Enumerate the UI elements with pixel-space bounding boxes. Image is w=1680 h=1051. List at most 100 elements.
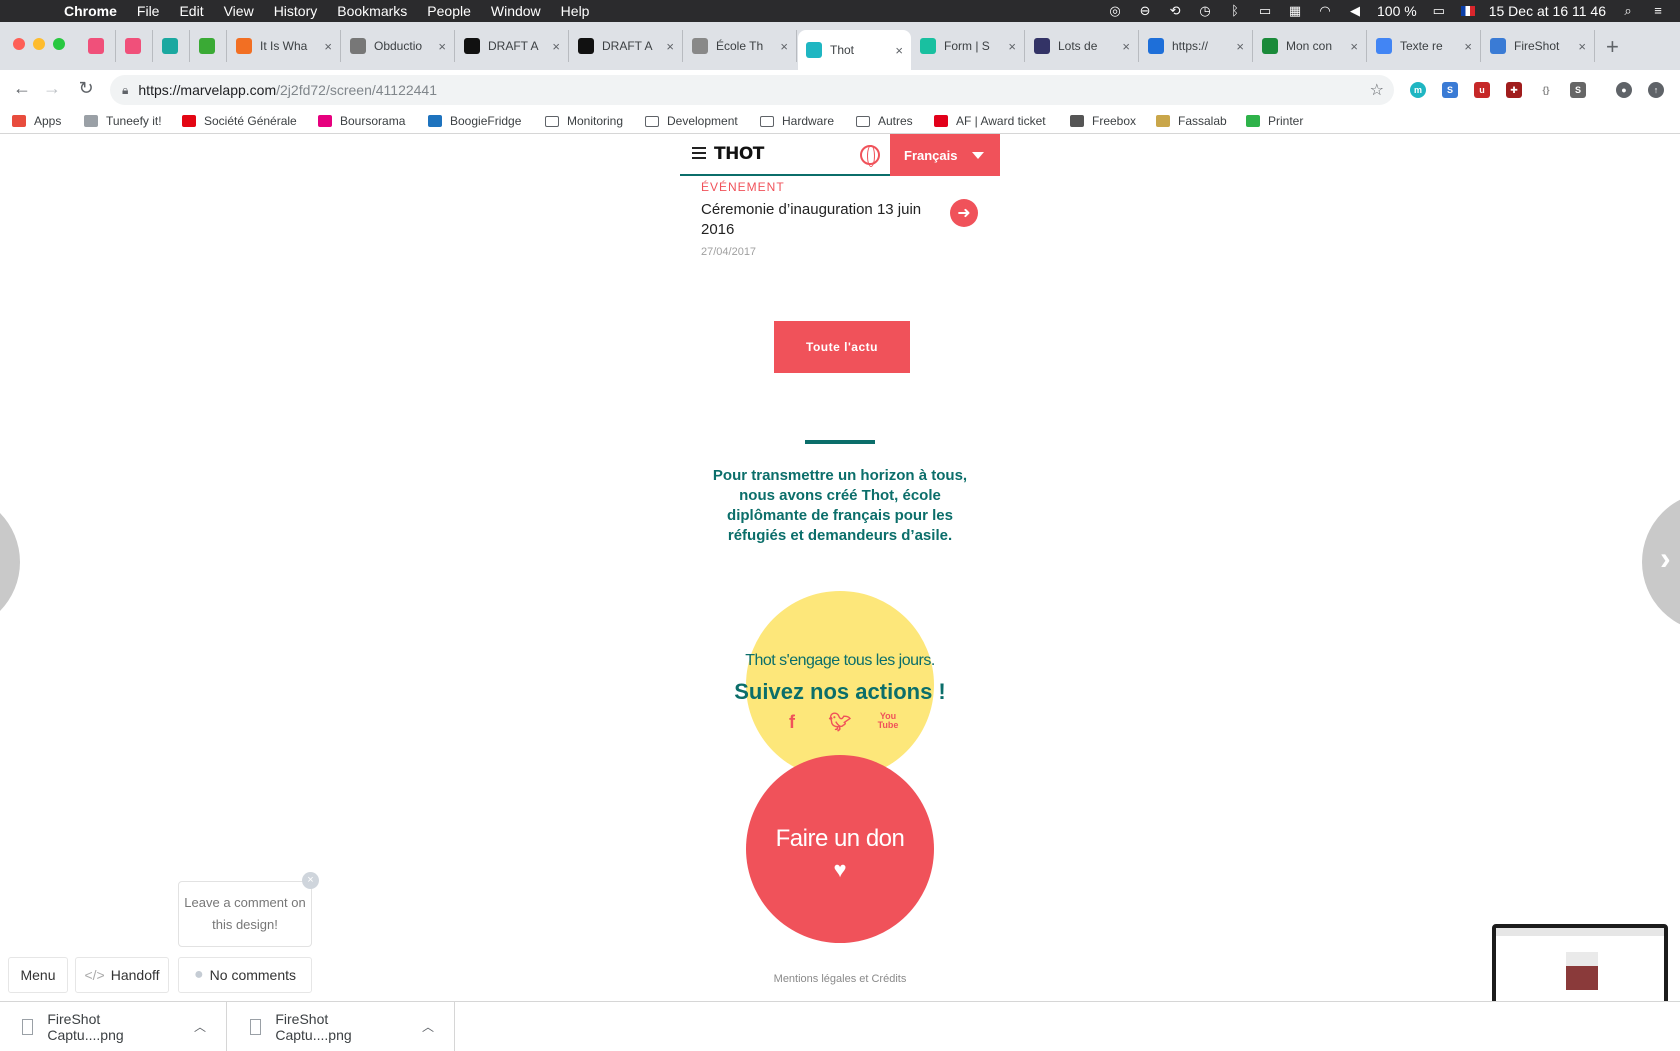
tab-close-icon[interactable]: × [895,43,903,58]
menu-history[interactable]: History [274,3,318,19]
menu-button[interactable]: Menu [8,957,68,993]
tab-mon-con[interactable]: Mon con × [1254,30,1367,62]
language-selector[interactable]: Français [890,134,1000,176]
profile-avatar-icon[interactable]: ● [1616,82,1632,98]
update-arrow-icon[interactable]: ↑ [1648,82,1664,98]
globe-icon[interactable] [860,145,880,167]
save-extension-icon[interactable]: S [1570,82,1586,98]
address-bar[interactable]: 🔒︎ https://marvelapp.com/2j2fd72/screen/… [110,75,1394,105]
bookmark-boogiefridge[interactable]: BoogieFridge [428,114,521,128]
menu-app-name[interactable]: Chrome [64,3,117,19]
creative-cloud-icon[interactable]: ◎ [1107,4,1123,18]
bookmark-af-award-ticket[interactable]: AF | Award ticket [934,114,1046,128]
site-logo[interactable]: THOT [714,144,764,164]
lock-icon[interactable]: 🔒︎ [122,83,128,98]
tab-texte-re[interactable]: Texte re × [1368,30,1481,62]
prev-screen-button[interactable] [0,492,20,632]
legal-link[interactable]: Mentions légales et Crédits [680,973,1000,985]
tab-obductio[interactable]: Obductio × [342,30,455,62]
comments-button[interactable]: ● No comments [178,957,312,993]
handoff-button[interactable]: </> Handoff [75,957,169,993]
new-tab-button[interactable]: + [1606,34,1619,60]
bookmark-soci-t-g-n-rale[interactable]: Société Générale [182,114,297,128]
download-item[interactable]: FireShot Captu....png ︿ [228,1002,455,1051]
download-item[interactable]: FireShot Captu....png ︿ [0,1002,227,1051]
tab-https[interactable]: https:// × [1140,30,1253,62]
bookmark-hardware[interactable]: Hardware [760,114,834,128]
window-close-button[interactable] [13,38,25,50]
tab-close-icon[interactable]: × [1008,39,1016,54]
donate-button[interactable]: Faire un don ♥ [746,755,934,943]
notification-center-icon[interactable]: ≡ [1650,4,1666,18]
tab-close-icon[interactable]: × [1578,39,1586,54]
tab-pinned-0[interactable] [80,30,116,62]
tab-close-icon[interactable]: × [1236,39,1244,54]
tab--cole-th[interactable]: École Th × [684,30,797,62]
tab-fireshot[interactable]: FireShot × [1482,30,1595,62]
time-machine-icon[interactable]: ◷ [1197,4,1213,18]
tab-close-icon[interactable]: × [1350,39,1358,54]
twitter-icon[interactable]: 🐦︎ [828,712,852,733]
bookmark-tuneefy-it[interactable]: Tuneefy it! [84,114,162,128]
battery-icon[interactable]: ▭ [1431,4,1447,18]
menu-window[interactable]: Window [491,3,541,19]
close-icon[interactable]: × [302,872,319,889]
airplay-icon[interactable]: ▭ [1257,4,1273,18]
tab-form-s[interactable]: Form | S × [912,30,1025,62]
tab-close-icon[interactable]: × [1464,39,1472,54]
ublock-extension-icon[interactable]: u [1474,82,1490,98]
shield-extension-icon[interactable]: ✚ [1506,82,1522,98]
menu-edit[interactable]: Edit [179,3,203,19]
bookmark-monitoring[interactable]: Monitoring [545,114,623,128]
fireshot-extension-icon[interactable]: S [1442,82,1458,98]
bluetooth-icon[interactable]: ᛒ [1227,4,1243,18]
dnd-icon[interactable]: ⊖ [1137,4,1153,18]
youtube-icon[interactable]: You Tube [876,712,900,730]
bookmark-fassalab[interactable]: Fassalab [1156,114,1227,128]
tab-close-icon[interactable]: × [552,39,560,54]
bookmark-boursorama[interactable]: Boursorama [318,114,405,128]
bookmark-development[interactable]: Development [645,114,738,128]
tab-close-icon[interactable]: × [1122,39,1130,54]
french-flag-icon[interactable] [1460,6,1475,16]
facebook-icon[interactable]: f [780,712,804,733]
tab-pinned-1[interactable] [117,30,153,62]
bookmark-printer[interactable]: Printer [1246,114,1303,128]
menu-view[interactable]: View [224,3,254,19]
news-title[interactable]: Céremonie d’inauguration 13 juin 2016 [701,200,931,240]
back-arrow-icon[interactable]: ← [10,78,34,99]
hamburger-menu-icon[interactable] [692,147,706,159]
tab-thot[interactable]: Thot × [798,30,911,70]
marvel-extension-icon[interactable]: m [1410,82,1426,98]
tab-it-is-wha[interactable]: It Is Wha × [228,30,341,62]
chevron-up-icon[interactable]: ︿ [194,1018,206,1035]
menu-bookmarks[interactable]: Bookmarks [337,3,407,19]
json-extension-icon[interactable]: {} [1538,82,1554,98]
menubar-clock[interactable]: 15 Dec at 16 11 46 [1489,3,1606,19]
all-news-button[interactable]: Toute l'actu [774,321,910,373]
tab-close-icon[interactable]: × [666,39,674,54]
volume-icon[interactable]: ◀ [1347,4,1363,18]
tab-close-icon[interactable]: × [438,39,446,54]
spotlight-icon[interactable]: ⌕ [1620,4,1636,18]
menu-help[interactable]: Help [561,3,590,19]
tab-draft-a[interactable]: DRAFT A × [456,30,569,62]
next-screen-button[interactable]: › [1642,492,1680,632]
tab-close-icon[interactable]: × [324,39,332,54]
keyboard-icon[interactable]: ▦ [1287,4,1303,18]
menu-file[interactable]: File [137,3,160,19]
sync-icon[interactable]: ⟲ [1167,4,1183,18]
tab-pinned-3[interactable] [191,30,227,62]
screen-thumbnail-preview[interactable] [1492,924,1668,1001]
bookmark-apps[interactable]: Apps [12,114,61,128]
window-zoom-button[interactable] [53,38,65,50]
wifi-icon[interactable]: ◠ [1317,4,1333,18]
reload-icon[interactable]: ↻ [74,78,98,99]
bookmark-freebox[interactable]: Freebox [1070,114,1136,128]
forward-arrow-icon[interactable]: → [40,78,64,99]
arrow-right-icon[interactable]: ➜ [950,199,978,227]
chevron-up-icon[interactable]: ︿ [422,1018,434,1035]
bookmark-autres[interactable]: Autres [856,114,913,128]
bookmark-star-icon[interactable]: ☆ [1370,80,1384,100]
tab-close-icon[interactable]: × [780,39,788,54]
